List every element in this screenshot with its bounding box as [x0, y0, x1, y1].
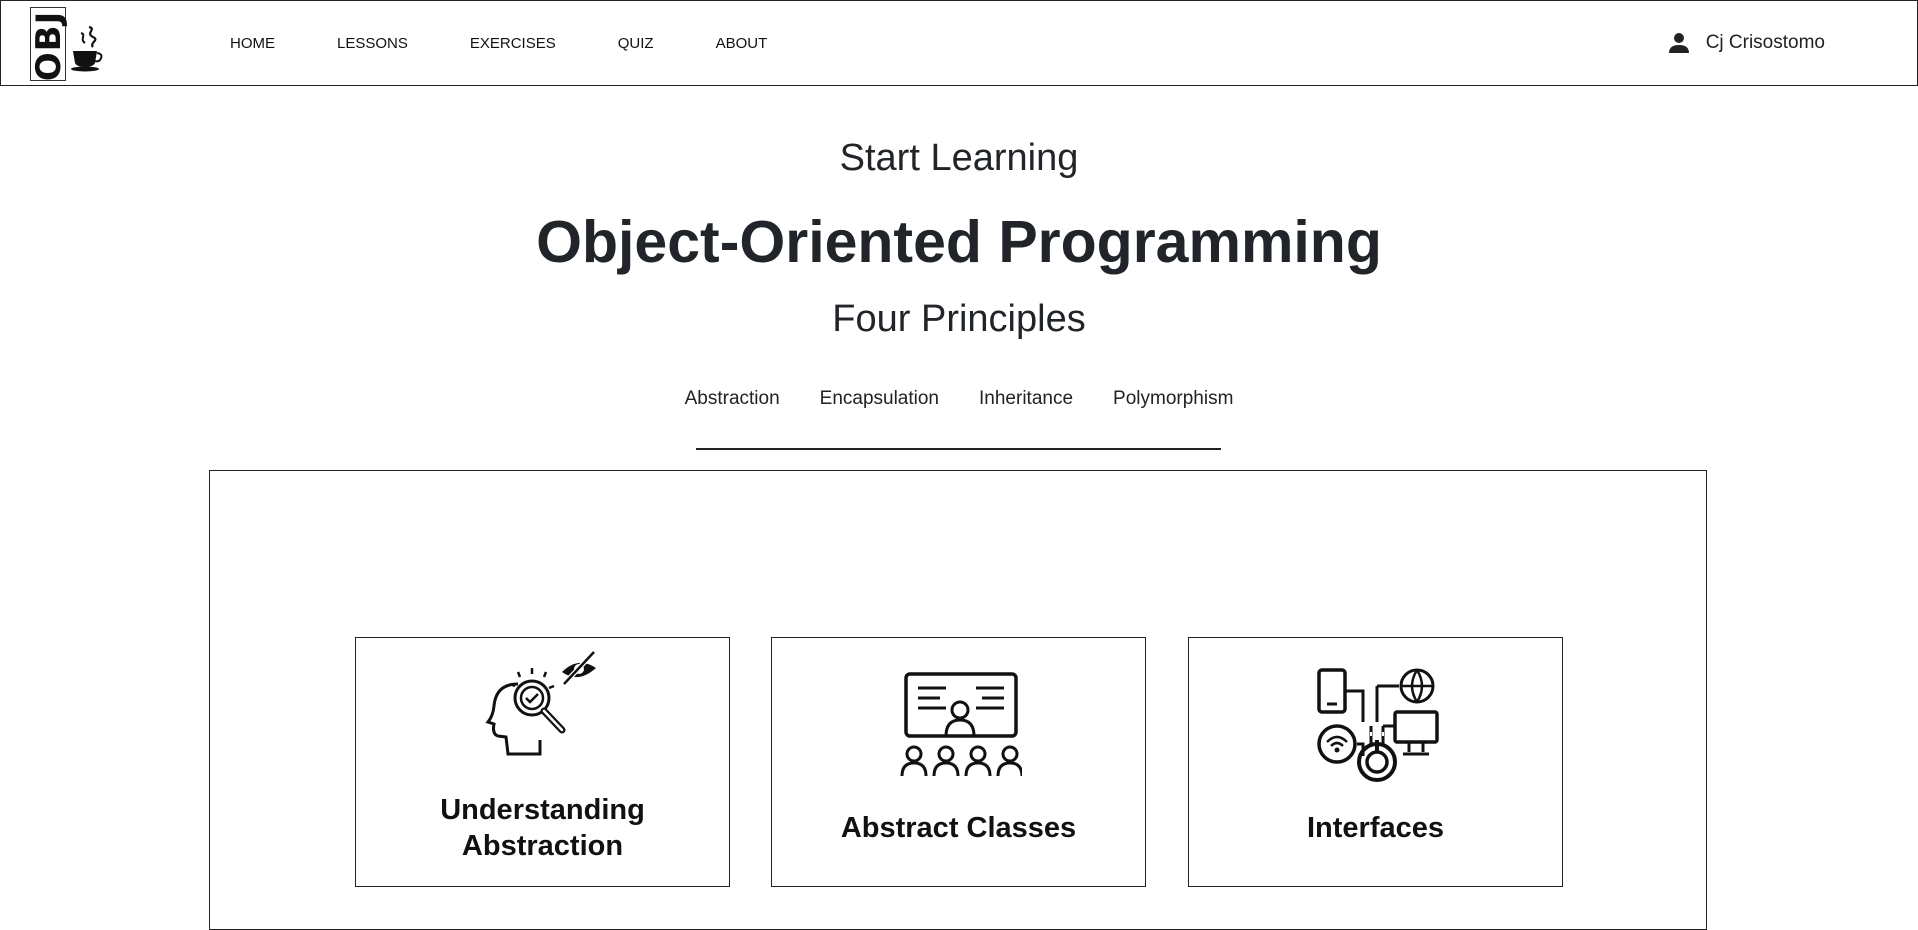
nav-about[interactable]: ABOUT [716, 35, 768, 52]
lesson-panel: Understanding Abstraction Abstract Class… [209, 470, 1707, 930]
head-magnifier-hidden-eye-icon [484, 650, 596, 756]
hero-subtitle: Start Learning [839, 137, 1079, 179]
classroom-presentation-icon [900, 672, 1022, 777]
card-title: Abstract Classes [840, 812, 1077, 844]
tab-polymorphism[interactable]: Polymorphism [1113, 388, 1233, 410]
card-title: Interfaces [1306, 812, 1444, 844]
main-nav: HOME LESSONS EXERCISES QUIZ ABOUT [230, 1, 829, 85]
card-interfaces[interactable]: Interfaces [1188, 637, 1563, 887]
principles-heading: Four Principles [832, 298, 1086, 340]
top-navbar: OBJ HOME LESSONS EXERCISES QUIZ ABOUT Cj… [0, 0, 1918, 86]
user-account[interactable]: Cj Crisostomo [1668, 1, 1825, 85]
card-abstract-classes[interactable]: Abstract Classes [771, 637, 1146, 887]
card-understanding-abstraction[interactable]: Understanding Abstraction [355, 637, 730, 887]
principles-tabs: Abstraction Encapsulation Inheritance Po… [0, 388, 1918, 410]
user-name: Cj Crisostomo [1705, 32, 1825, 53]
tab-encapsulation[interactable]: Encapsulation [820, 388, 939, 410]
nav-home[interactable]: HOME [230, 35, 275, 52]
tabs-underline [696, 448, 1221, 450]
tab-inheritance[interactable]: Inheritance [979, 388, 1073, 410]
nav-exercises[interactable]: EXERCISES [470, 35, 556, 52]
user-icon [1668, 33, 1689, 53]
nav-quiz[interactable]: QUIZ [618, 35, 654, 52]
card-title-line1: Understanding [440, 794, 645, 826]
logo-frame: OBJ [29, 7, 69, 81]
nav-lessons[interactable]: LESSONS [337, 35, 408, 52]
connected-devices-icon [1316, 668, 1439, 782]
coffee-cup-icon [71, 25, 103, 72]
card-title-line2: Abstraction [461, 830, 624, 862]
page-title: Object-Oriented Programming [536, 209, 1382, 275]
tab-abstraction[interactable]: Abstraction [685, 388, 780, 410]
logo-text: OBJ [29, 10, 69, 82]
site-logo[interactable]: OBJ [29, 7, 108, 83]
